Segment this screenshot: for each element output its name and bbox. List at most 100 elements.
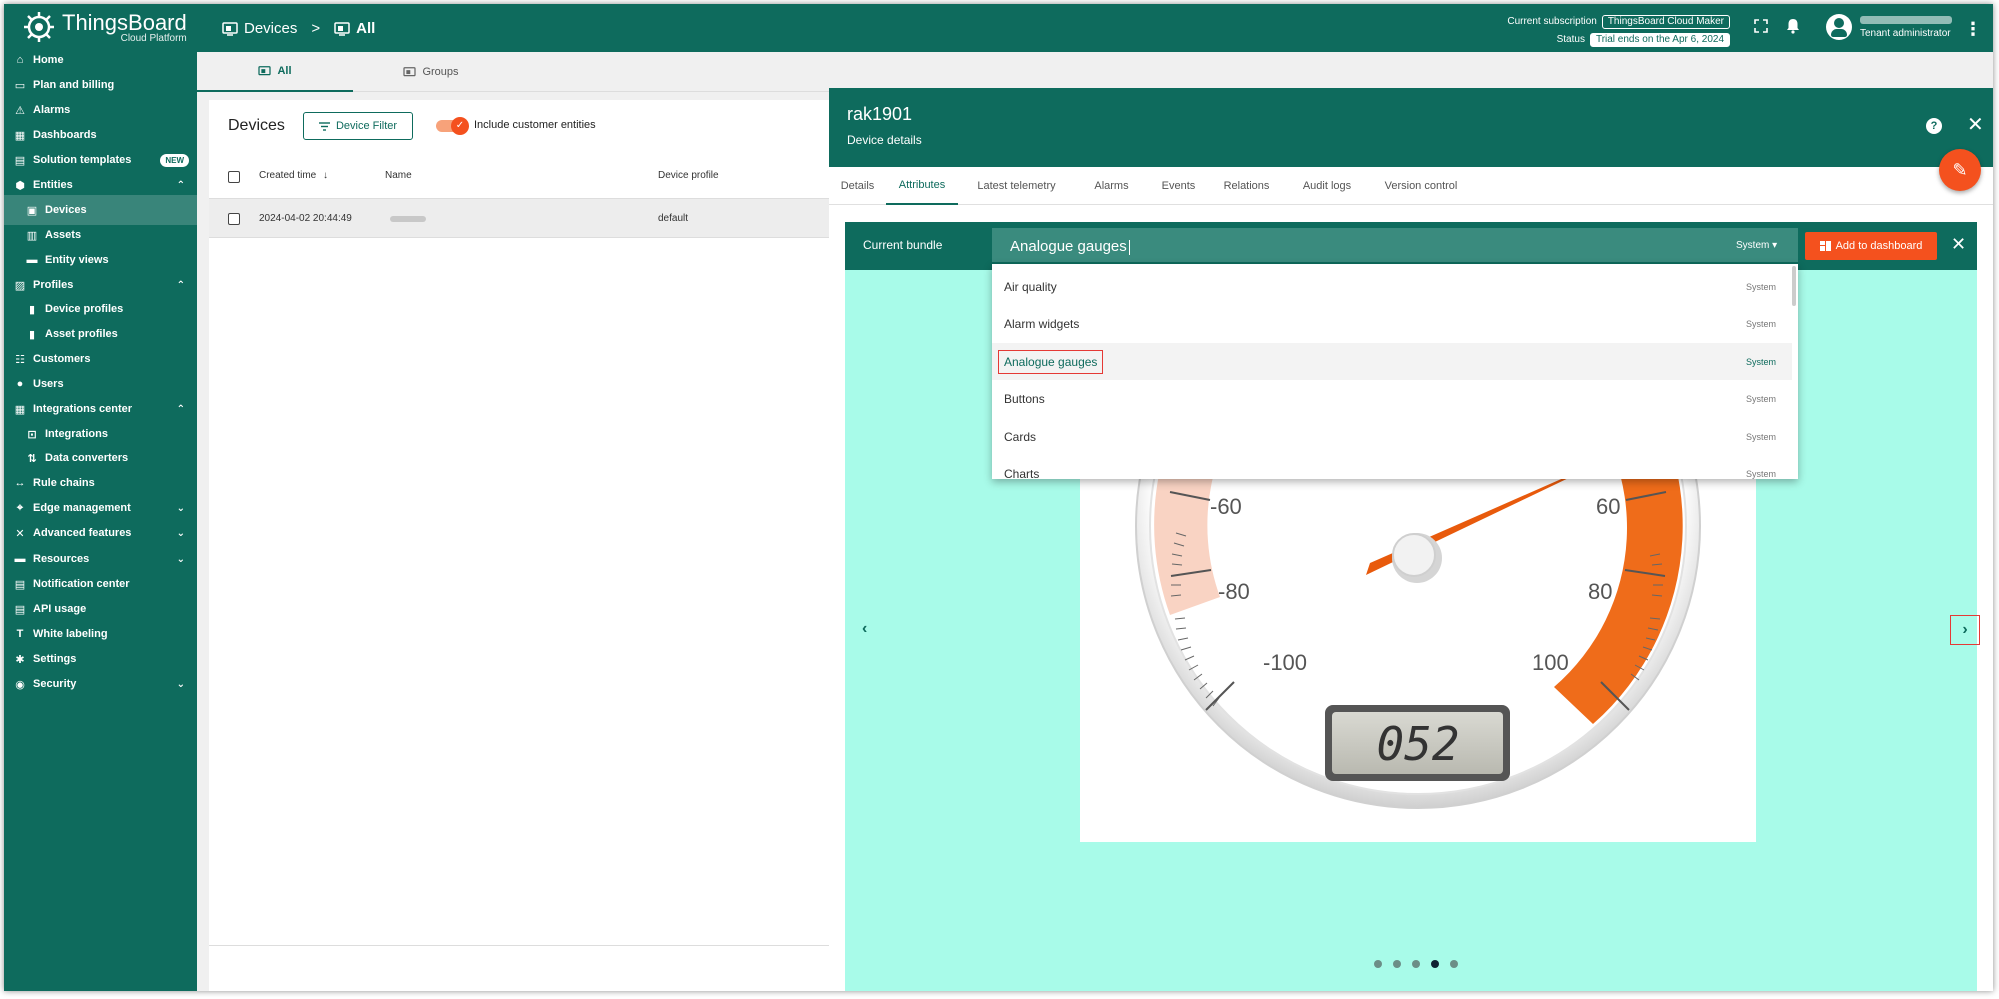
carousel-dot[interactable] (1393, 960, 1401, 968)
integrations-center-icon: ▦ (14, 403, 26, 416)
more-vert-icon[interactable]: ⋮ (1964, 19, 1982, 40)
include-customer-entities-label: Include customer entities (474, 119, 596, 131)
device-details-subtitle: Device details (847, 133, 922, 147)
bundle-option-label: Alarm widgets (1004, 317, 1080, 331)
top-bar: ThingsBoard Cloud Platform Devices > All… (4, 4, 1993, 52)
bundle-scope-select[interactable]: System ▾ (1736, 240, 1777, 251)
column-device-profile[interactable]: Device profile (658, 170, 719, 181)
bundle-scope-value: System (1736, 240, 1770, 251)
gauge-label-100: 100 (1532, 650, 1569, 675)
chevron-up-icon[interactable]: ⌃ (177, 180, 185, 191)
chevron-down-icon[interactable]: ⌄ (177, 503, 185, 514)
include-customer-entities-toggle[interactable]: ✓ (436, 117, 469, 135)
tab-relations[interactable]: Relations (1209, 167, 1284, 205)
sidebar-item-label: Entity views (45, 254, 109, 266)
tab-details[interactable]: Details (829, 167, 886, 205)
tab-alarms[interactable]: Alarms (1075, 167, 1148, 205)
breadcrumb-all[interactable]: All (334, 20, 375, 37)
bundle-option-label: Buttons (1004, 392, 1045, 406)
chevron-left-icon[interactable]: ‹ (862, 620, 867, 638)
sidebar-item-label: Integrations (45, 428, 108, 440)
tab-version-control[interactable]: Version control (1370, 167, 1472, 205)
tab-all[interactable]: All (197, 52, 353, 92)
logo[interactable]: ThingsBoard Cloud Platform (22, 10, 187, 44)
app-subtitle: Cloud Platform (120, 32, 187, 44)
chevron-down-icon[interactable]: ⌄ (177, 554, 185, 565)
gauge-hub (1392, 533, 1436, 577)
carousel-dot[interactable] (1450, 960, 1458, 968)
white-labeling-icon: T (16, 628, 24, 640)
sidebar-item-label: Solution templates (33, 154, 132, 166)
column-created-time[interactable]: Created time ↓ (259, 170, 328, 181)
subscription-plan-chip[interactable]: ThingsBoard Cloud Maker (1601, 14, 1730, 29)
row-checkbox[interactable] (228, 213, 240, 225)
sidebar-item-security[interactable]: ◉ Security ⌄ (4, 669, 197, 699)
app-window: ThingsBoard Cloud Platform Devices > All… (4, 4, 1993, 991)
column-name[interactable]: Name (385, 170, 412, 181)
asset-profiles-icon: ▮ (28, 328, 36, 341)
tab-audit-logs[interactable]: Audit logs (1284, 167, 1370, 205)
carousel-dots (1374, 960, 1458, 968)
row-created-time: 2024-04-02 20:44:49 (259, 213, 352, 224)
sidebar-item-label: Devices (45, 204, 87, 216)
widget-preview-card[interactable]: humidity -60 -80 -100 60 80 100 052 (1080, 444, 1756, 842)
gauge-label-minus-60: -60 (1210, 494, 1242, 519)
chevron-down-icon[interactable]: ⌄ (177, 528, 185, 539)
close-icon[interactable]: ✕ (1967, 112, 1984, 137)
chevron-up-icon[interactable]: ⌃ (177, 280, 185, 291)
breadcrumb-devices[interactable]: Devices (222, 20, 297, 37)
notifications-bell-icon[interactable] (1786, 18, 1800, 34)
resources-icon: ▬ (14, 553, 26, 565)
integrations-icon: ⊡ (27, 428, 37, 441)
bundle-option[interactable]: Buttons System (992, 381, 1792, 418)
help-icon[interactable]: ? (1926, 118, 1942, 134)
close-bundle-icon[interactable]: ✕ (1951, 234, 1966, 255)
fullscreen-icon[interactable] (1754, 19, 1768, 33)
select-all-checkbox[interactable] (228, 171, 240, 183)
sidebar: ⌂ Home ▭ Plan and billing ⚠ Alarms ▦ Dashboards… (4, 52, 197, 991)
tab-groups[interactable]: Groups (353, 52, 509, 92)
subscription-info: Current subscription ThingsBoard Cloud M… (1490, 14, 1730, 50)
carousel-dot[interactable] (1412, 960, 1420, 968)
add-to-dashboard-button[interactable]: Add to dashboard (1805, 232, 1937, 260)
breadcrumb: Devices > All (222, 20, 375, 37)
bundle-option[interactable]: Charts System (992, 456, 1792, 479)
chevron-right-icon[interactable]: › (1950, 615, 1980, 645)
carousel-dot[interactable] (1374, 960, 1382, 968)
sort-arrow-icon: ↓ (323, 170, 329, 181)
chevron-up-icon[interactable]: ⌃ (177, 404, 185, 415)
bundle-option[interactable]: Analogue gauges System (992, 343, 1792, 380)
sidebar-item-label: Security (33, 678, 77, 690)
sidebar-item-label: Plan and billing (33, 79, 115, 91)
entities-icon: ⬢ (15, 179, 25, 192)
user-menu[interactable]: Tenant administrator (1826, 14, 1952, 40)
user-role: Tenant administrator (1860, 27, 1951, 39)
tab-events[interactable]: Events (1148, 167, 1209, 205)
breadcrumb-devices-label: Devices (244, 20, 298, 37)
gauge-label-80: 80 (1588, 579, 1612, 604)
bundle-option-label: Cards (1004, 429, 1037, 444)
tab-attributes[interactable]: Attributes (886, 167, 958, 205)
api-usage-icon: ▤ (14, 603, 26, 616)
bundle-option[interactable]: Cards System (992, 418, 1792, 455)
chevron-down-icon[interactable]: ⌄ (177, 679, 185, 690)
bundle-dropdown-list: Air quality System Alarm widgets System Anal… (992, 264, 1798, 479)
user-name-redacted (1860, 15, 1952, 24)
sidebar-item-label: Users (33, 378, 64, 390)
data-converters-icon: ⇅ (27, 452, 37, 465)
customers-icon: ☷ (15, 353, 25, 366)
bundle-option[interactable]: Alarm widgets System (992, 306, 1792, 343)
device-filter-button[interactable]: Device Filter (303, 112, 413, 140)
dropdown-scrollbar[interactable] (1792, 266, 1796, 306)
entity-views-icon: ▬ (26, 254, 38, 266)
device-profiles-icon: ▮ (28, 303, 36, 316)
text-cursor (1128, 239, 1130, 255)
bundle-option-label: Charts (1004, 467, 1040, 479)
breadcrumb-separator: > (311, 20, 321, 37)
carousel-dot[interactable] (1431, 960, 1439, 968)
sidebar-item-label: Dashboards (33, 129, 97, 141)
bundle-option[interactable]: Air quality System (992, 268, 1792, 305)
sidebar-item-label: Settings (33, 653, 77, 665)
bundle-search-input[interactable]: Analogue gauges System ▾ (992, 228, 1798, 262)
tab-latest-telemetry[interactable]: Latest telemetry (958, 167, 1075, 205)
